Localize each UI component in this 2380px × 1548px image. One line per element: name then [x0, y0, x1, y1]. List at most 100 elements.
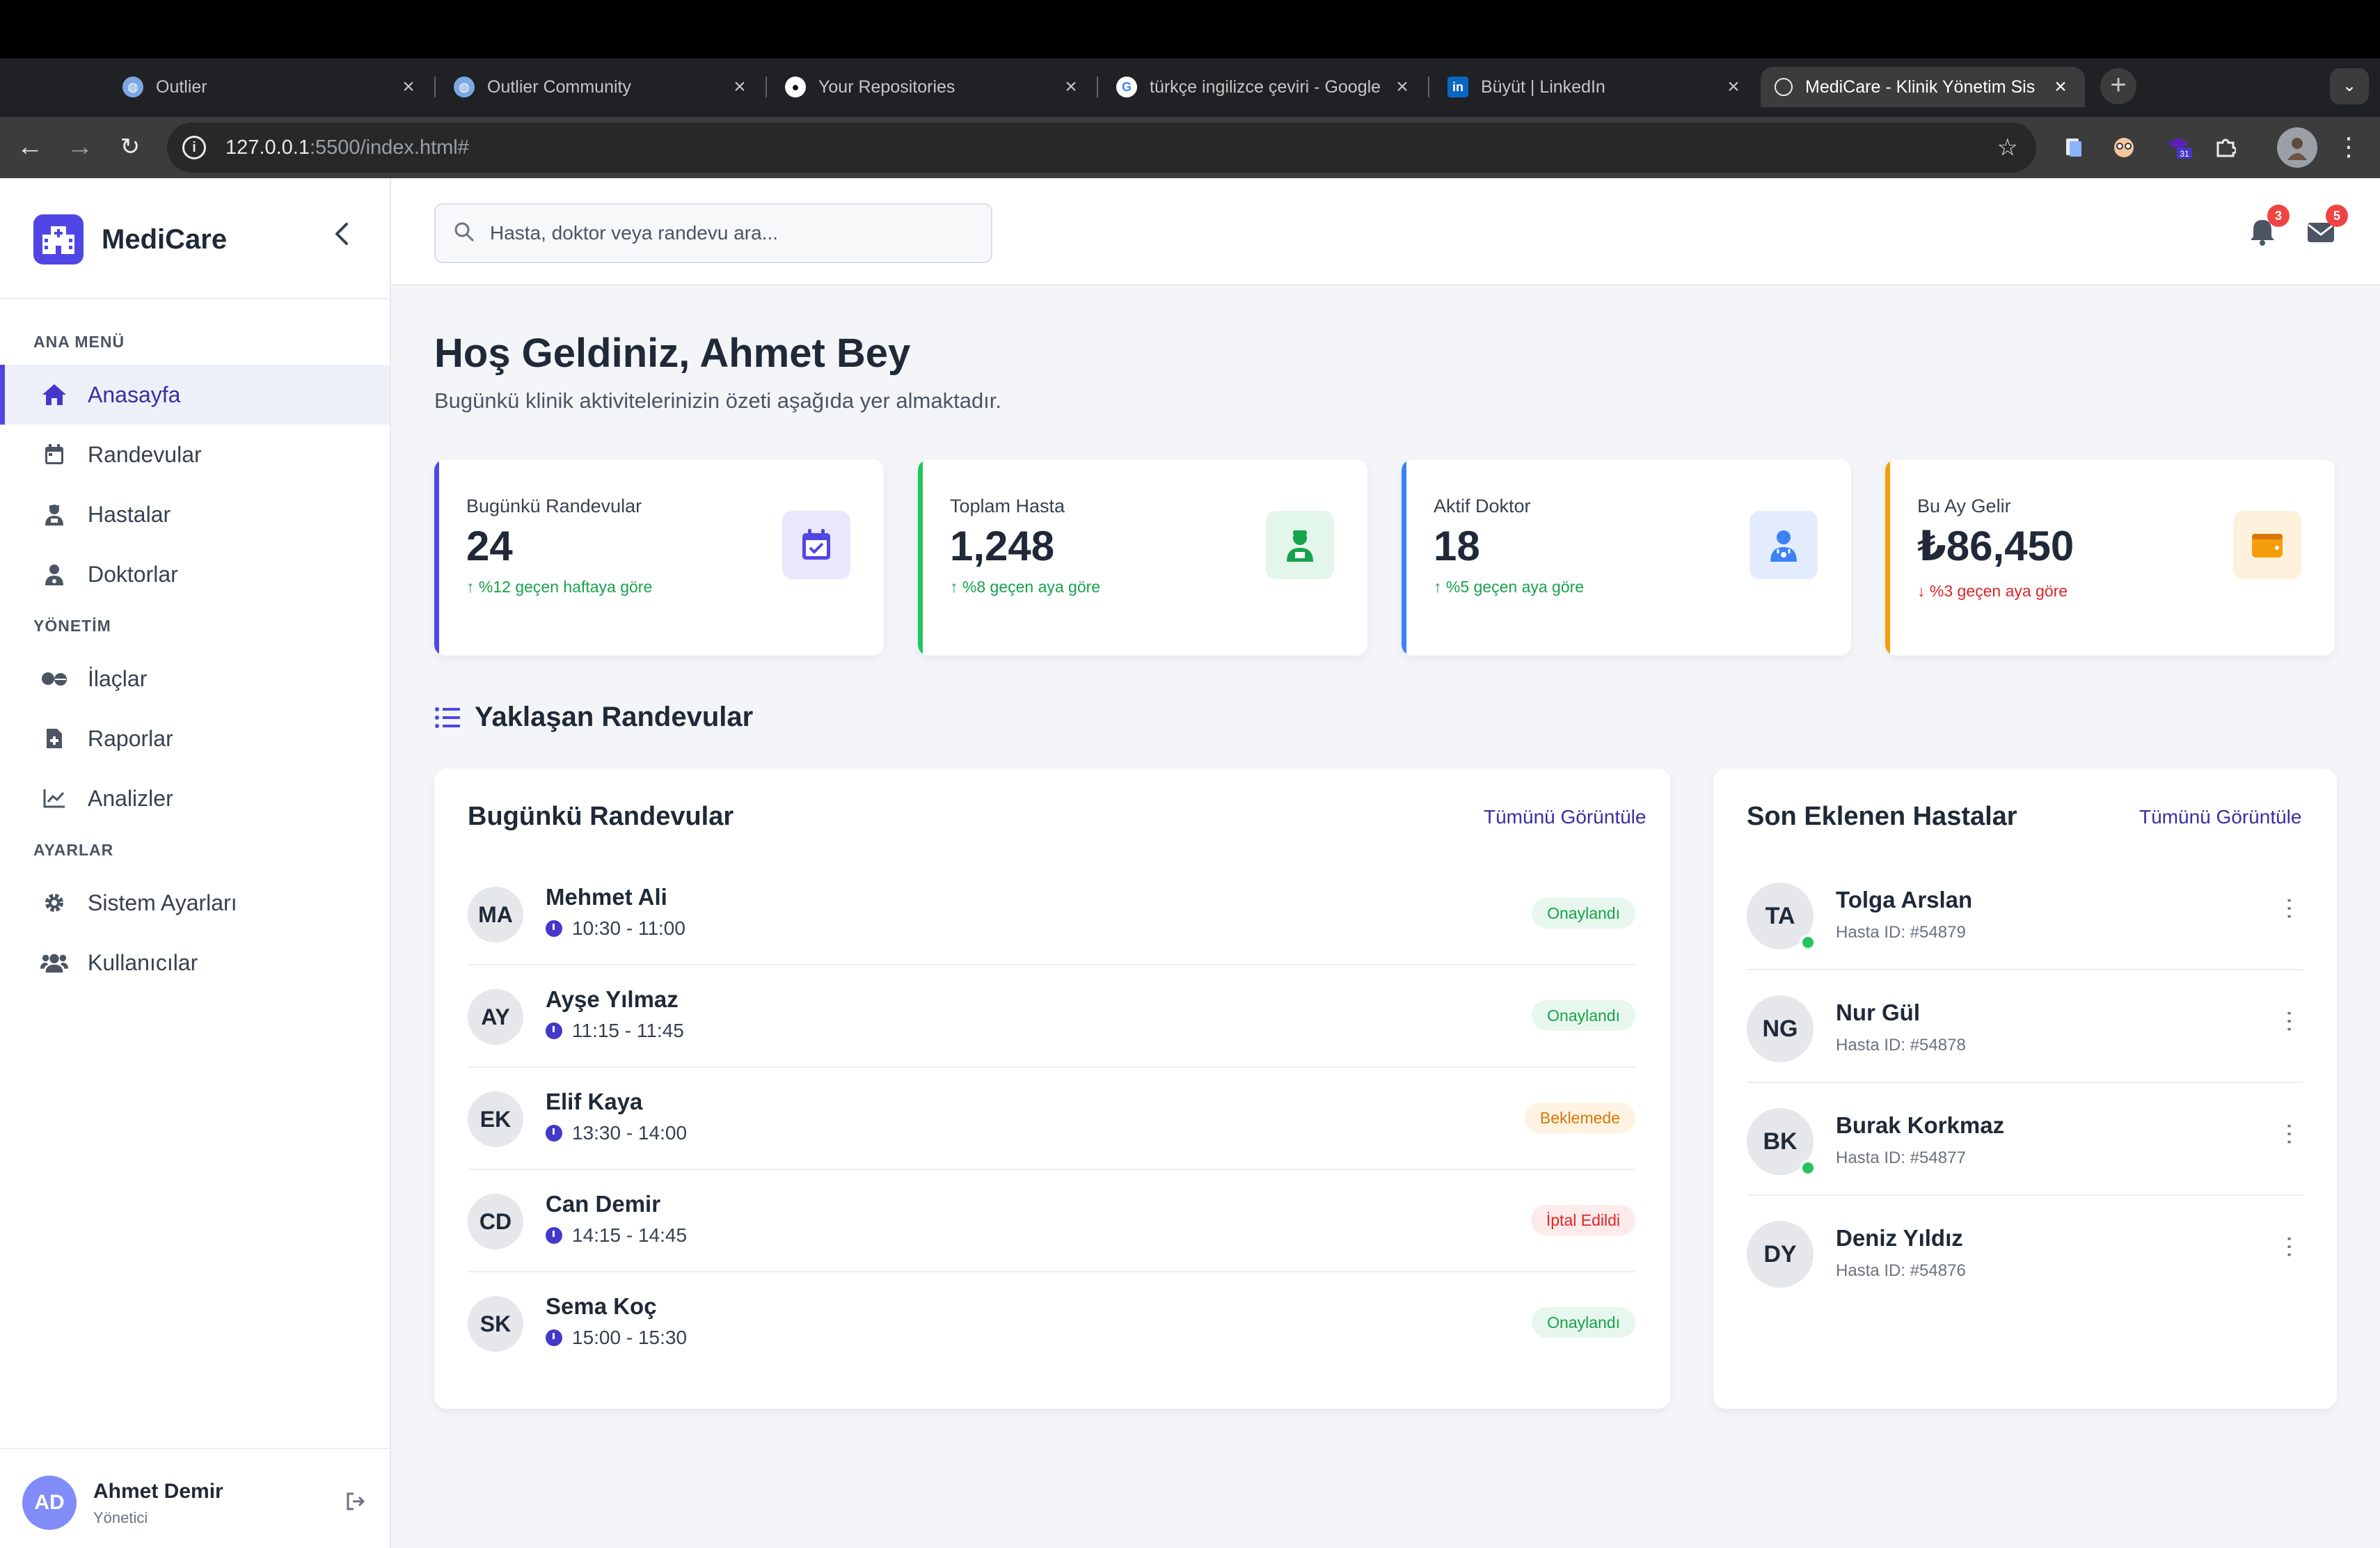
- tab-title: Your Repositories: [818, 77, 955, 97]
- patient-id: Hasta ID: #54876: [1836, 1261, 1966, 1280]
- close-icon[interactable]: ×: [2050, 75, 2071, 99]
- sidebar-item-doktorlar[interactable]: Doktorlar: [0, 544, 390, 604]
- search-input[interactable]: Hasta, doktor veya randevu ara...: [434, 203, 992, 263]
- doctor-icon: [1750, 511, 1818, 579]
- more-options-icon[interactable]: ⋯: [2276, 1009, 2303, 1032]
- stat-change-text: %3 geçen aya göre: [1929, 582, 2068, 600]
- patient-row[interactable]: BK Burak Korkmaz Hasta ID: #54877 ⋯: [1747, 1083, 2303, 1196]
- patient-id: Hasta ID: #54877: [1836, 1148, 1966, 1167]
- avatar: MA: [468, 887, 523, 942]
- sidebar-item-randevular[interactable]: Randevular: [0, 425, 390, 484]
- appointment-row[interactable]: CD Can Demir 14:15 - 14:45 İptal Edildi: [468, 1170, 1635, 1272]
- time-text: 11:15 - 11:45: [572, 1020, 684, 1041]
- section-title-text: Yaklaşan Randevular: [475, 702, 754, 732]
- clock-icon: [546, 1125, 562, 1142]
- browser-menu-button[interactable]: ⋮: [2331, 129, 2366, 164]
- clock-icon: [546, 920, 562, 937]
- tab-search-button[interactable]: ⌄: [2330, 68, 2369, 104]
- more-options-icon[interactable]: ⋯: [2276, 1122, 2303, 1144]
- browser-tab-active[interactable]: MediCare - Klinik Yönetim Sis ×: [1761, 67, 2085, 107]
- top-header: Hasta, doktor veya randevu ara... 3 5: [391, 178, 2380, 285]
- appointment-row[interactable]: MA Mehmet Ali 10:30 - 11:00 Onaylandı: [468, 863, 1635, 965]
- browser-tab[interactable]: ● Your Repositories ×: [771, 67, 1095, 107]
- clock-icon: [546, 1227, 562, 1244]
- stat-change: ↑ %8 geçen aya göre: [950, 578, 1100, 597]
- brand[interactable]: MediCare: [33, 214, 227, 264]
- status-badge: Beklemede: [1524, 1103, 1635, 1133]
- avatar: EK: [468, 1091, 523, 1147]
- graduation-cap-extension-icon[interactable]: 31: [2163, 132, 2193, 163]
- close-icon[interactable]: ×: [1723, 75, 1744, 99]
- avatar: NG: [1747, 995, 1814, 1062]
- appointment-name: Ayşe Yılmaz: [546, 986, 679, 1012]
- status-badge: Onaylandı: [1532, 1000, 1635, 1031]
- avatar: CD: [468, 1194, 523, 1249]
- tab-title: Büyüt | LinkedIn: [1481, 77, 1605, 97]
- logout-icon[interactable]: [345, 1491, 366, 1517]
- profile-avatar[interactable]: [2277, 127, 2317, 168]
- browser-tab[interactable]: ◍ Outlier ×: [109, 67, 433, 107]
- tab-separator: [1428, 77, 1429, 97]
- close-icon[interactable]: ×: [1392, 75, 1413, 99]
- sidebar-item-hastalar[interactable]: Hastalar: [0, 484, 390, 544]
- patient-name: Deniz Yıldız: [1836, 1225, 1963, 1251]
- notification-count-badge: 3: [2267, 205, 2290, 227]
- face-extension-icon[interactable]: [2109, 132, 2139, 163]
- patient-row[interactable]: TA Tolga Arslan Hasta ID: #54879 ⋯: [1747, 858, 2303, 970]
- more-options-icon[interactable]: ⋯: [2276, 1235, 2303, 1257]
- new-tab-button[interactable]: +: [2100, 68, 2136, 104]
- more-options-icon[interactable]: ⋯: [2276, 897, 2303, 919]
- appointment-row[interactable]: SK Sema Koç 15:00 - 15:30 Onaylandı: [468, 1272, 1635, 1375]
- stat-card-patients[interactable]: Toplam Hasta 1,248 ↑ %8 geçen aya göre: [918, 459, 1367, 656]
- forward-button[interactable]: →: [63, 129, 97, 164]
- chevron-left-icon[interactable]: [331, 220, 352, 255]
- sidebar-item-ilaclar[interactable]: İlaçlar: [0, 649, 390, 709]
- stat-card-appointments[interactable]: Bugünkü Randevular 24 ↑ %12 geçen haftay…: [434, 459, 884, 656]
- search-icon: [454, 221, 475, 246]
- avatar: SK: [468, 1296, 523, 1352]
- close-icon[interactable]: ×: [1061, 75, 1081, 99]
- sidebar-item-raporlar[interactable]: Raporlar: [0, 709, 390, 768]
- sidebar-item-anasayfa[interactable]: Anasayfa: [0, 365, 390, 425]
- report-icon: [40, 727, 68, 750]
- puzzle-extensions-icon[interactable]: [2210, 132, 2241, 163]
- close-icon[interactable]: ×: [398, 75, 419, 99]
- close-icon[interactable]: ×: [729, 75, 750, 99]
- users-icon: [40, 952, 68, 973]
- view-all-patients-link[interactable]: Tümünü Görüntüle: [2139, 806, 2301, 828]
- github-icon: ●: [785, 77, 806, 97]
- bookmark-star-icon[interactable]: ☆: [1997, 134, 2018, 161]
- time-text: 10:30 - 11:00: [572, 917, 685, 939]
- tab-title: Outlier: [156, 77, 207, 97]
- doctor-icon: [40, 563, 68, 585]
- view-all-appointments-link[interactable]: Tümünü Görüntüle: [1484, 806, 1646, 828]
- stat-card-doctors[interactable]: Aktif Doktor 18 ↑ %5 geçen aya göre: [1402, 459, 1851, 656]
- user-profile[interactable]: AD Ahmet Demir Yönetici: [0, 1448, 390, 1548]
- sidebar-item-label: Randevular: [88, 441, 202, 467]
- appointment-row[interactable]: AY Ayşe Yılmaz 11:15 - 11:45 Onaylandı: [468, 965, 1635, 1068]
- arrow-up-icon: ↑: [1434, 578, 1446, 596]
- browser-tab[interactable]: in Büyüt | LinkedIn ×: [1434, 67, 1758, 107]
- notification-bell-icon[interactable]: 3: [2245, 205, 2290, 249]
- stat-change-text: %8 geçen aya göre: [962, 578, 1101, 596]
- avatar: AD: [22, 1476, 77, 1530]
- sidebar-item-sistem-ayarlari[interactable]: Sistem Ayarları: [0, 873, 390, 933]
- patient-row[interactable]: DY Deniz Yıldız Hasta ID: #54876 ⋯: [1747, 1196, 2303, 1309]
- patient-row[interactable]: NG Nur Gül Hasta ID: #54878 ⋯: [1747, 970, 2303, 1083]
- accent-bar: [1885, 459, 1890, 656]
- sidebar-item-analizler[interactable]: Analizler: [0, 768, 390, 828]
- sidebar-item-kullanicilar[interactable]: Kullanıcılar: [0, 933, 390, 993]
- reload-button[interactable]: ↻: [113, 129, 148, 164]
- document-extension-icon[interactable]: [2058, 132, 2089, 163]
- clock-icon: [546, 1022, 562, 1039]
- address-bar[interactable]: i 127.0.0.1:5500/index.html# ☆: [167, 123, 2036, 173]
- browser-tab[interactable]: G türkçe ingilizce çeviri - Google ×: [1102, 67, 1427, 107]
- appointment-row[interactable]: EK Elif Kaya 13:30 - 14:00 Beklemede: [468, 1068, 1635, 1170]
- envelope-icon[interactable]: 5: [2303, 205, 2348, 249]
- clock-icon: [546, 1329, 562, 1346]
- stat-card-revenue[interactable]: Bu Ay Gelir ₺86,450 ↓ %3 geçen aya göre: [1885, 459, 2335, 656]
- site-info-icon[interactable]: i: [182, 136, 206, 159]
- back-button[interactable]: ←: [13, 129, 47, 164]
- avatar: AY: [468, 989, 523, 1045]
- browser-tab[interactable]: ◍ Outlier Community ×: [440, 67, 764, 107]
